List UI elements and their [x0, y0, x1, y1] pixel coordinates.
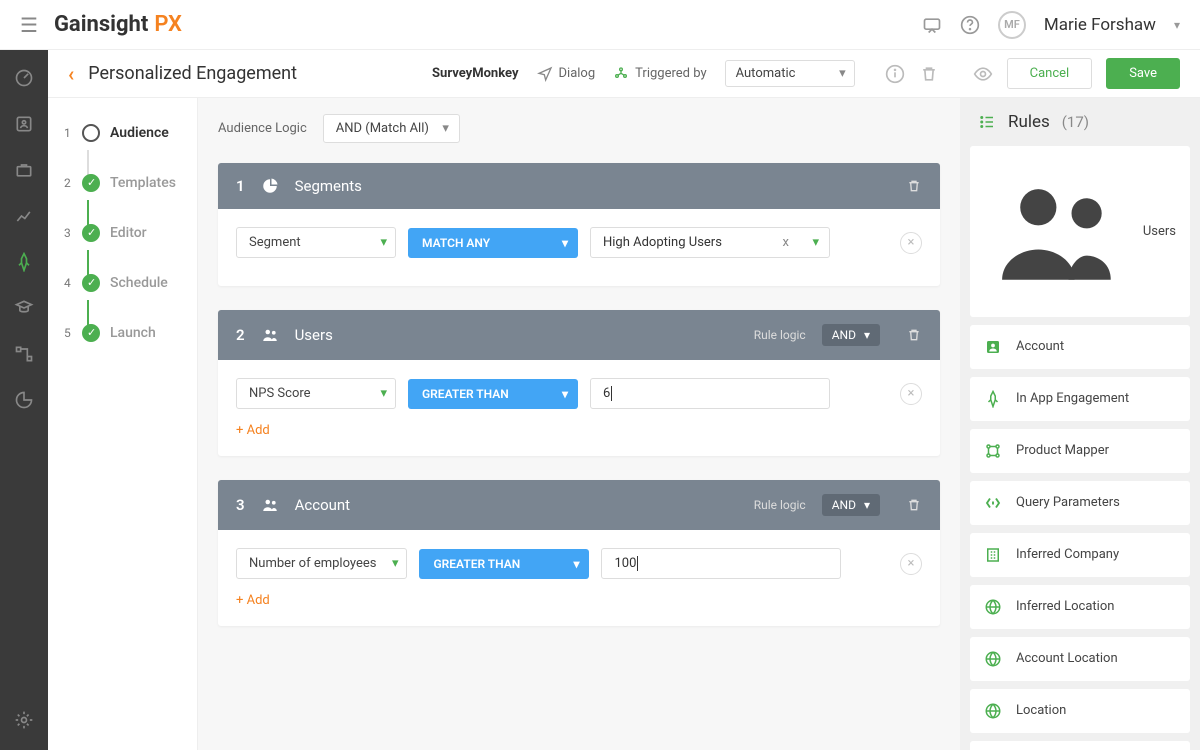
main-content: Audience Logic AND (Match All) 1Segments…	[198, 98, 960, 750]
rule-item-query-parameters[interactable]: Query Parameters	[970, 481, 1190, 525]
preview-icon[interactable]	[973, 64, 993, 84]
remove-row-icon[interactable]: ×	[900, 232, 922, 254]
help-icon[interactable]	[960, 15, 980, 35]
trigger-select[interactable]: Automatic	[725, 60, 855, 87]
rule-item-product-mapper[interactable]: Product Mapper	[970, 429, 1190, 473]
wizard-step-templates[interactable]: 2Templates	[64, 174, 181, 192]
wizard-step-editor[interactable]: 3Editor	[64, 224, 181, 242]
trigger-label: Triggered by	[613, 66, 706, 82]
nav-analytics-icon[interactable]	[14, 206, 34, 226]
rule-card-segments: 1SegmentsSegmentMATCH ANYHigh Adopting U…	[218, 163, 940, 286]
info-icon[interactable]	[885, 64, 905, 84]
rule-item-in-app-engagement[interactable]: In App Engagement	[970, 377, 1190, 421]
add-rule-button[interactable]: + Add	[236, 423, 270, 438]
wizard-step-launch[interactable]: 5Launch	[64, 324, 181, 342]
wizard-steps: 1Audience 2Templates 3Editor 4Schedule 5Laun…	[48, 98, 198, 750]
logo: GainsightPX	[54, 12, 182, 37]
chevron-down-icon[interactable]: ▾	[1174, 18, 1180, 32]
dialog-type[interactable]: Dialog	[537, 66, 596, 82]
operator-select[interactable]: GREATER THAN	[419, 549, 589, 579]
field-select[interactable]: NPS Score	[236, 378, 396, 409]
delete-card-icon[interactable]	[906, 178, 922, 194]
remove-chip-icon[interactable]: x	[783, 235, 789, 250]
rules-icon	[978, 113, 996, 131]
rule-item-location[interactable]: Location	[970, 689, 1190, 733]
rule-item-inferred-company[interactable]: Inferred Company	[970, 533, 1190, 577]
rules-title: Rules	[1008, 112, 1050, 132]
audience-logic-select[interactable]: AND (Match All)	[323, 114, 460, 143]
delete-icon[interactable]	[919, 64, 939, 84]
remove-row-icon[interactable]: ×	[900, 383, 922, 405]
username: Marie Forshaw	[1044, 15, 1156, 35]
rule-logic-select[interactable]: AND ▾	[822, 324, 880, 346]
rule-item-account[interactable]: Account	[970, 325, 1190, 369]
field-select[interactable]: Number of employees	[236, 548, 407, 579]
rule-logic-select[interactable]: AND ▾	[822, 494, 880, 516]
delete-card-icon[interactable]	[906, 497, 922, 513]
back-button[interactable]: ‹	[68, 62, 74, 86]
rule-card-users: 2UsersRule logicAND ▾NPS ScoreGREATER TH…	[218, 310, 940, 456]
value-input[interactable]: 6	[590, 378, 830, 409]
nav-rail	[0, 50, 48, 750]
nav-dashboard-icon[interactable]	[14, 68, 34, 88]
sub-header: ‹ Personalized Engagement SurveyMonkey D…	[48, 50, 1200, 98]
rules-count: (17)	[1062, 113, 1089, 131]
rule-card-account: 3AccountRule logicAND ▾Number of employe…	[218, 480, 940, 626]
topbar: ☰ GainsightPX MF Marie Forshaw ▾	[0, 0, 1200, 50]
menu-icon[interactable]: ☰	[20, 13, 38, 37]
integration-name: SurveyMonkey	[432, 66, 518, 81]
nav-engagement-icon[interactable]	[14, 252, 34, 272]
rule-item-inferred-location[interactable]: Inferred Location	[970, 585, 1190, 629]
nav-reports-icon[interactable]	[14, 390, 34, 410]
field-select[interactable]: Segment	[236, 227, 396, 258]
settings-icon[interactable]	[14, 710, 34, 730]
nav-briefcase-icon[interactable]	[14, 160, 34, 180]
save-button[interactable]: Save	[1106, 58, 1180, 89]
page-title: Personalized Engagement	[88, 63, 297, 84]
nav-education-icon[interactable]	[14, 298, 34, 318]
rule-item-users[interactable]: Users	[970, 146, 1190, 317]
delete-card-icon[interactable]	[906, 327, 922, 343]
rule-item-url[interactable]: URL	[970, 741, 1190, 750]
value-input[interactable]: 100	[601, 548, 841, 579]
add-rule-button[interactable]: + Add	[236, 593, 270, 608]
chat-icon[interactable]	[922, 15, 942, 35]
nav-flow-icon[interactable]	[14, 344, 34, 364]
operator-select[interactable]: MATCH ANY	[408, 228, 578, 258]
audience-logic-label: Audience Logic	[218, 121, 307, 136]
nav-users-icon[interactable]	[14, 114, 34, 134]
rule-item-account-location[interactable]: Account Location	[970, 637, 1190, 681]
cancel-button[interactable]: Cancel	[1007, 58, 1093, 89]
remove-row-icon[interactable]: ×	[900, 553, 922, 575]
operator-select[interactable]: GREATER THAN	[408, 379, 578, 409]
value-select[interactable]: High Adopting Usersx	[590, 227, 830, 258]
avatar[interactable]: MF	[998, 11, 1026, 39]
wizard-step-schedule[interactable]: 4Schedule	[64, 274, 181, 292]
rules-panel: Rules (17) Users Account In App Engagement…	[960, 98, 1200, 750]
wizard-step-audience[interactable]: 1Audience	[64, 124, 181, 142]
